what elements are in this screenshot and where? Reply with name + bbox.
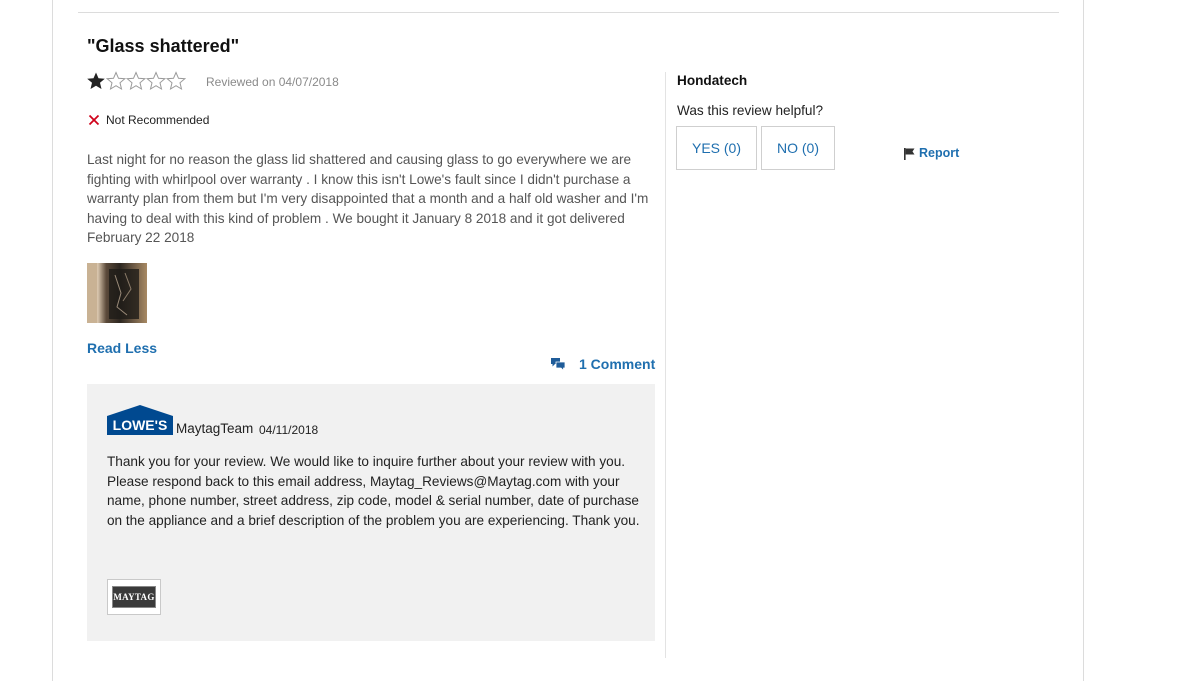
recommendation-label: Not Recommended [106, 113, 210, 127]
page-frame-left-border [52, 0, 53, 681]
page-frame-right-border [1083, 0, 1084, 681]
review-photo-thumbnail[interactable] [87, 263, 147, 323]
manufacturer-response: LOWE'S MaytagTeam 04/11/2018 Thank you f… [87, 384, 655, 641]
maytag-logo-text: MAYTAG [112, 586, 156, 608]
comment-bubbles-icon [551, 358, 566, 371]
star-empty-icon [106, 71, 126, 91]
photo-detail-graphic [87, 263, 139, 323]
responder-name: MaytagTeam [176, 421, 254, 436]
review-body: Last night for no reason the glass lid s… [87, 152, 649, 245]
lowes-logo: LOWE'S [107, 405, 173, 435]
star-filled-icon [87, 72, 105, 89]
flag-icon [904, 147, 915, 160]
report-label: Report [919, 146, 960, 160]
review-top-divider [78, 12, 1059, 13]
helpful-yes-button[interactable]: YES (0) [676, 126, 757, 170]
helpful-question: Was this review helpful? [677, 103, 824, 118]
comment-count: 1 Comment [579, 356, 656, 372]
star-empty-icon [166, 71, 186, 91]
review-title: "Glass shattered" [87, 36, 240, 56]
response-text: Thank you for your review. We would like… [107, 454, 640, 528]
maytag-logo: MAYTAG [107, 579, 161, 615]
star-empty-icon [126, 71, 146, 91]
star-empty-icon [146, 71, 166, 91]
svg-text:LOWE'S: LOWE'S [113, 417, 168, 433]
comments-toggle[interactable]: 1 Comment [550, 356, 655, 372]
star-rating [86, 70, 186, 92]
x-icon [88, 114, 100, 126]
recommendation-status: Not Recommended [88, 113, 209, 127]
response-date: 04/11/2018 [259, 423, 319, 437]
review-date: Reviewed on 04/07/2018 [206, 75, 339, 89]
helpful-no-button[interactable]: NO (0) [761, 126, 835, 170]
column-divider [665, 72, 666, 658]
reviewer-name: Hondatech [677, 73, 748, 88]
read-less-link[interactable]: Read Less [87, 340, 157, 356]
report-link[interactable]: Report [903, 146, 959, 160]
